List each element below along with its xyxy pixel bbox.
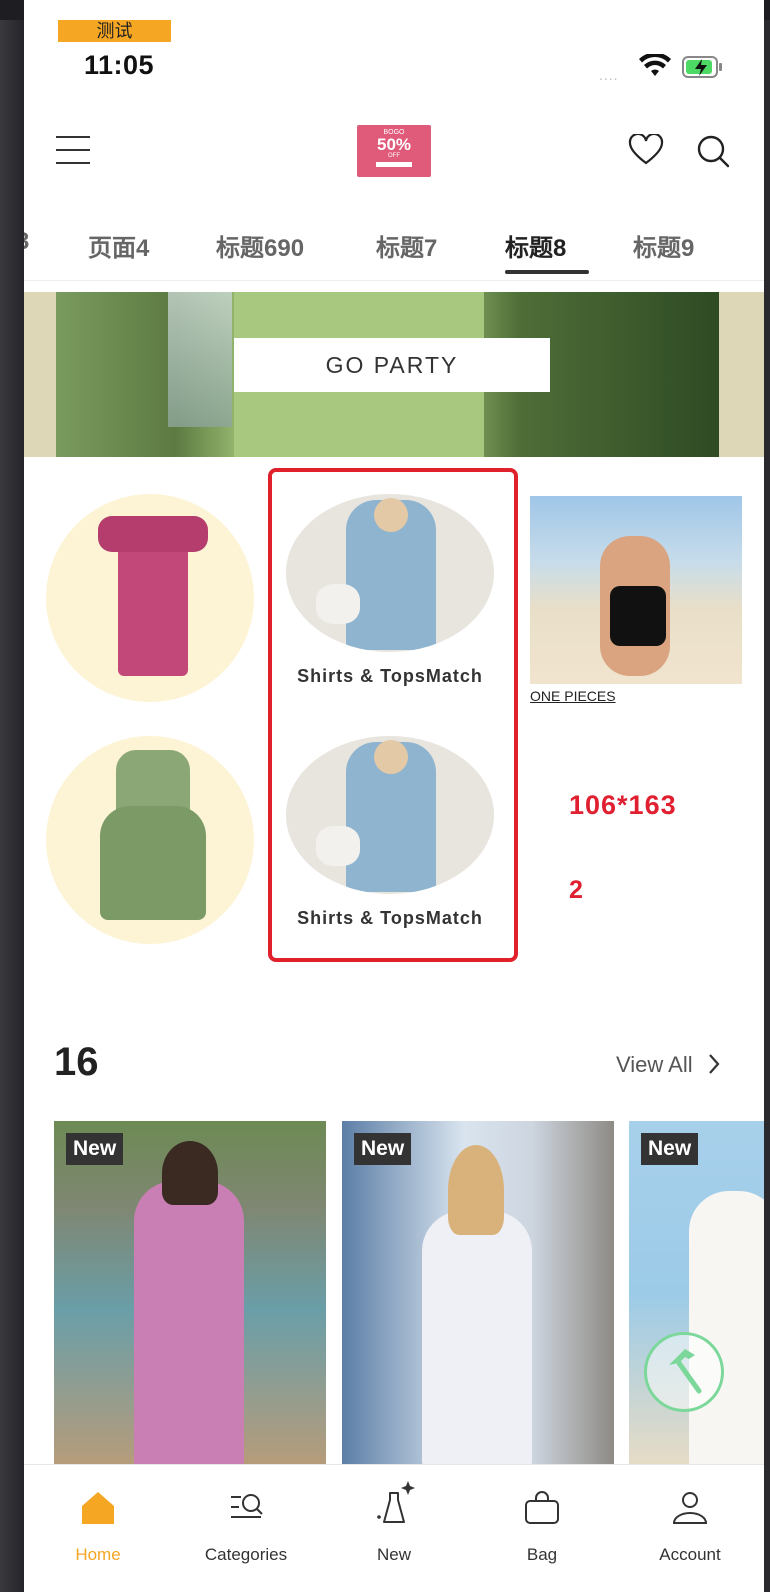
hammer-icon (669, 1349, 702, 1394)
product-card[interactable]: New (342, 1121, 614, 1465)
chevron-right-icon (708, 1054, 720, 1074)
battery-icon (682, 56, 722, 78)
tabbar-bag[interactable]: Bag (468, 1465, 616, 1592)
signal-icon: .... (599, 67, 619, 83)
menu-button[interactable] (56, 136, 90, 164)
window-right-edge (764, 20, 770, 1592)
product-card[interactable]: New (54, 1121, 326, 1465)
bag-icon (525, 1491, 559, 1524)
new-badge: New (641, 1133, 699, 1165)
logo-line2: 50% (376, 135, 412, 154)
section-title: 16 (54, 1040, 99, 1084)
category-item-green-dress[interactable] (46, 736, 254, 946)
banner-vase (168, 292, 232, 427)
tabbar-label: Home (75, 1545, 121, 1564)
new-badge: New (66, 1133, 124, 1165)
promo-banner[interactable]: GO PARTY (24, 292, 764, 457)
wifi-icon (639, 54, 671, 76)
tab-title690[interactable]: 标题690 (216, 228, 304, 263)
category-item-one-pieces[interactable] (530, 496, 742, 684)
product-image (134, 1181, 244, 1465)
tabbar-label: New (376, 1545, 411, 1564)
size-annotation: 106*163 (569, 790, 677, 820)
tabbar-label: Bag (526, 1545, 558, 1564)
product-card[interactable]: New (629, 1121, 764, 1465)
wishlist-heart-icon[interactable] (628, 134, 664, 166)
search-icon[interactable] (696, 134, 730, 168)
view-all-link[interactable]: View All (616, 1052, 721, 1078)
tab-3[interactable]: 3 (24, 228, 29, 256)
top-tabs: 3 页面4 标题690 标题7 标题8 标题9 (24, 220, 764, 281)
category-circle (46, 494, 254, 702)
tabbar-label: Categories (204, 1545, 288, 1564)
category-item-floral-dress[interactable] (46, 494, 254, 704)
tabbar-account[interactable]: Account (616, 1465, 764, 1592)
count-annotation: 2 (569, 876, 583, 904)
product-image (689, 1191, 764, 1465)
tabbar-label: Account (659, 1545, 721, 1564)
banner-text: GO PARTY (234, 338, 550, 392)
phone-screen: 测试 11:05 .... BOGO 50% OFF 3 页面4 标题690 标… (24, 0, 764, 1592)
product-image (422, 1211, 532, 1465)
logo-bar (376, 162, 412, 167)
brand-logo[interactable]: BOGO 50% OFF (357, 125, 431, 177)
bottom-tab-bar: Home Categories New Bag Account (24, 1464, 764, 1592)
new-badge: New (354, 1133, 412, 1165)
categories-icon (231, 1494, 263, 1518)
logo-line3: OFF (388, 153, 400, 159)
category-label: ONE PIECES (530, 688, 616, 704)
tabbar-categories[interactable]: Categories (172, 1465, 320, 1592)
floating-action-button[interactable] (644, 1332, 724, 1412)
tabbar-new[interactable]: New (320, 1465, 468, 1592)
active-tab-indicator (505, 270, 589, 274)
tab-title8[interactable]: 标题8 (505, 228, 566, 263)
category-circle (46, 736, 254, 944)
view-all-label: View All (616, 1052, 693, 1077)
menu-icon (56, 136, 90, 138)
account-icon (672, 1492, 708, 1524)
test-tag: 测试 (58, 20, 171, 42)
window-left-edge (0, 20, 24, 1592)
status-time: 11:05 (84, 50, 155, 80)
new-dress-icon (377, 1481, 415, 1523)
tabbar-home[interactable]: Home (24, 1465, 172, 1592)
tab-page4[interactable]: 页面4 (88, 228, 149, 263)
home-icon (82, 1492, 114, 1524)
tab-title7[interactable]: 标题7 (376, 228, 437, 263)
highlight-box (268, 468, 518, 962)
tab-title9[interactable]: 标题9 (633, 228, 694, 263)
